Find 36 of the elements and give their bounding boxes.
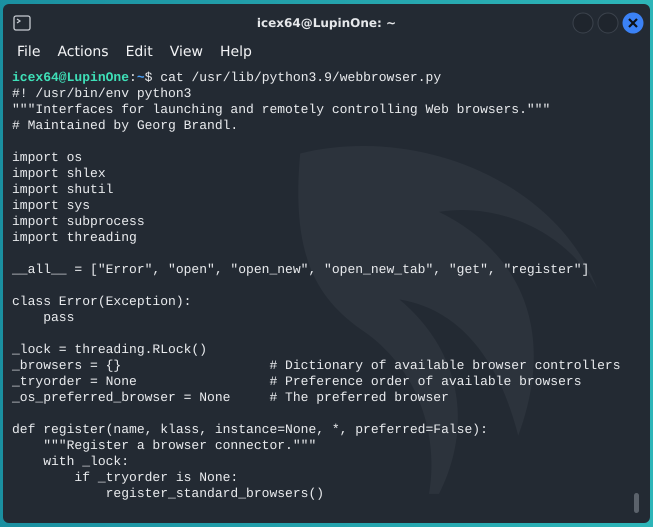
prompt-separator: : [129,70,137,85]
output-line: _tryorder = None # Preference order of available browsers [12,374,582,390]
prompt-user-host: icex64@LupinOne [12,70,130,85]
menu-item[interactable]: View [170,44,203,60]
menu-item[interactable]: File [17,44,40,60]
menu-item[interactable]: Actions [57,44,109,60]
prompt-path: ~ [136,70,145,85]
output-line: _browsers = {} # Dictionary of available browser controllers [12,358,620,374]
output-line: import shutil [12,182,114,198]
output-line: import subprocess [12,214,145,230]
menu-item[interactable]: Edit [126,44,153,60]
output-line: import sys [12,198,90,214]
output-line: if _tryorder is None: [73,470,238,486]
output-line: _os_preferred_browser = None # The preferred browser [12,390,449,406]
output-line: import shlex [12,166,106,182]
minimize-button[interactable] [572,12,594,34]
output-line: class Error(Exception): [12,294,192,310]
menu-item[interactable]: Help [220,44,252,60]
scrollbar-thumb[interactable] [634,493,639,513]
terminal-icon [13,15,31,31]
output-line: pass [42,310,74,326]
output-line: def register(name, klass, instance=None, *, preferred=False): [12,422,488,438]
output-line: register_standard_browsers() [104,486,324,502]
prompt-symbol: $ [144,70,152,85]
output-line: import threading [12,230,137,246]
output-line: with _lock: [42,454,130,470]
output-line: import os [12,150,82,166]
output-line: _lock = threading.RLock() [12,342,208,358]
output-line: __all__ = ["Error", "open", "open_new", "open_new_tab", "get", "register"] [12,262,590,278]
close-button[interactable] [622,12,644,34]
output-line: """Register a browser connector.""" [42,438,316,454]
output-line: """Interfaces for launching and remotely controlling Web browsers.""" [12,102,550,118]
window-title: icex64@LupinOne: ~ [256,16,396,30]
output-line: # Maintained by Georg Brandl. [12,118,238,134]
command-text: cat /usr/lib/python3.9/webbrowser.py [160,70,442,85]
output-line: #! /usr/bin/env python3 [12,86,192,102]
